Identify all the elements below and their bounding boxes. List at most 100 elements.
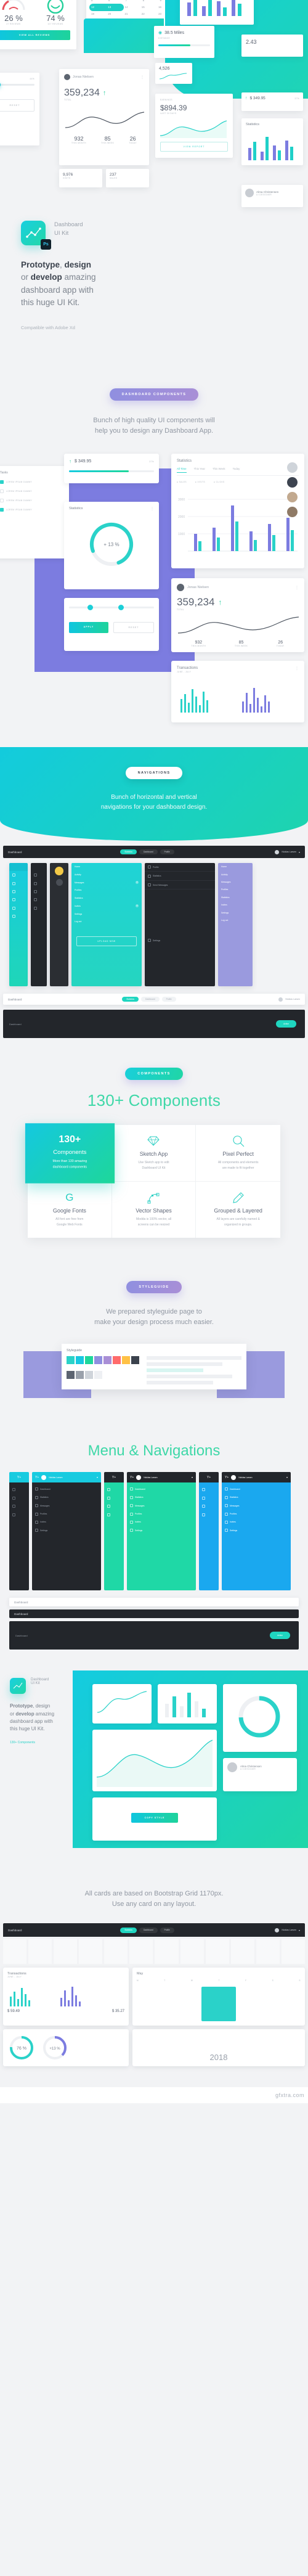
- menu-item-messages[interactable]: Messages: [32, 1502, 101, 1510]
- menu-item-home[interactable]: Home: [71, 863, 142, 870]
- range-filter-card[interactable]: APPLY RESET: [64, 598, 159, 652]
- swatch[interactable]: [113, 1356, 121, 1365]
- dark-toolbar[interactable]: Dashboard Action: [3, 1010, 305, 1039]
- navbar-pill-dashboard[interactable]: Dashboard: [139, 849, 158, 855]
- menu-item-statistics[interactable]: Statistics: [222, 1494, 291, 1502]
- swatch[interactable]: [85, 1356, 93, 1365]
- menu-item-invites[interactable]: Invites 3: [71, 902, 142, 910]
- panel-action-button[interactable]: Action: [270, 1632, 290, 1640]
- toolbar-action-button[interactable]: Action: [276, 1020, 296, 1028]
- calendar-cell-selected[interactable]: 12: [91, 6, 94, 9]
- slider-card[interactable]: 44% RESET: [0, 73, 39, 145]
- menu-item-invites[interactable]: Invites: [32, 1518, 101, 1526]
- navbar-pill-dashboard[interactable]: Dashboard: [141, 996, 160, 1002]
- calendar-cell[interactable]: 16: [158, 6, 161, 9]
- calendar-cell[interactable]: 7: [126, 0, 127, 2]
- side-menu-purple[interactable]: Home Activity Messages Profiles Statisti…: [218, 863, 253, 987]
- menu-item-profile[interactable]: Profile: [145, 863, 215, 872]
- menu-item-statistics[interactable]: Statistics: [71, 894, 142, 902]
- side-menu-dark-labels[interactable]: Profile Statistics Send Messages Setting…: [145, 863, 215, 987]
- calendar-cell[interactable]: 21: [125, 12, 128, 15]
- menu-item-profiles[interactable]: Profiles: [218, 886, 253, 893]
- navbar-pill-profile[interactable]: Profile: [161, 996, 176, 1002]
- swatch[interactable]: [85, 1371, 93, 1380]
- feature-card-pixel-perfect[interactable]: Pixel Perfect All components and element…: [196, 1125, 280, 1182]
- menu-variant-teal-full[interactable]: Y+ Nicklas Larsen ▾ Dashboard Statistics…: [32, 1472, 101, 1591]
- menu-item-messages[interactable]: Messages: [127, 1502, 196, 1510]
- menu-variant-blue-icon[interactable]: Y+: [199, 1472, 219, 1591]
- chevron-down-icon[interactable]: ▾: [299, 1929, 300, 1932]
- menu-item-statistics[interactable]: Statistics: [218, 894, 253, 901]
- copy-style-card[interactable]: Copy Style: [92, 1797, 217, 1841]
- swatch[interactable]: [94, 1371, 102, 1380]
- menu-item-statistics[interactable]: Statistics: [32, 1494, 101, 1502]
- view-all-reviews-button[interactable]: VIEW ALL REVIEWS: [0, 30, 70, 40]
- components-cta[interactable]: 130+ Components: [10, 1741, 84, 1744]
- calendar-cell[interactable]: 14: [125, 6, 128, 9]
- more-icon[interactable]: ⋮: [140, 75, 144, 80]
- dark-navbar[interactable]: Dashboard Statistics Dashboard Profile N…: [3, 846, 305, 859]
- tab-all-time[interactable]: All Time: [177, 467, 187, 473]
- calendar-cell[interactable]: 23: [158, 12, 161, 15]
- feature-card-components[interactable]: 130+ Components More than 130 amazing das…: [25, 1123, 115, 1184]
- menu-item-dashboard[interactable]: Dashboard: [127, 1485, 196, 1493]
- more-icon[interactable]: ⋮: [295, 586, 299, 590]
- feature-card-grouped-layered[interactable]: Grouped & Layered All layers are careful…: [196, 1182, 280, 1238]
- menu-item-statistics[interactable]: Statistics: [127, 1494, 196, 1502]
- menu-item-messages[interactable]: Messages: [222, 1502, 291, 1510]
- apply-button[interactable]: APPLY: [69, 622, 108, 634]
- side-menu-dark-icons[interactable]: [31, 863, 47, 987]
- menu-variant-teal-icon[interactable]: Y+: [9, 1472, 29, 1591]
- tab-this-year[interactable]: This Year: [194, 467, 205, 473]
- feature-card-google-fonts[interactable]: G Google Fonts All font are free from Goo…: [28, 1182, 112, 1238]
- statistics-tabs[interactable]: All Time This Year This Week Today: [177, 467, 299, 476]
- more-icon[interactable]: ⋮: [150, 507, 154, 511]
- grid-navbar[interactable]: Dashboard Statistics Dashboard Profile N…: [3, 1923, 305, 1937]
- checkbox-icon[interactable]: [0, 489, 4, 494]
- menu-item-settings[interactable]: Settings: [71, 910, 142, 917]
- menu-item-activity[interactable]: Activity: [218, 870, 253, 878]
- tab-today[interactable]: Today: [233, 467, 240, 473]
- menu-item-invites[interactable]: Invites: [127, 1518, 196, 1526]
- components-badge[interactable]: COMPONENTS: [125, 1068, 183, 1081]
- menu-item-dashboard[interactable]: Dashboard: [222, 1485, 291, 1493]
- menu-item-invites[interactable]: Invites: [222, 1518, 291, 1526]
- feature-card-sketch[interactable]: Sketch App Use Sketch app to edit Dashboa…: [111, 1125, 197, 1182]
- calendar-card[interactable]: May M T W T F S S: [132, 1968, 305, 2026]
- menu-item-profiles[interactable]: Profiles: [222, 1510, 291, 1518]
- side-menu-teal-icons[interactable]: [9, 863, 28, 987]
- light-navbar[interactable]: Dashboard Statistics Dashboard Profile N…: [3, 994, 305, 1005]
- checkbox-checked-icon[interactable]: [0, 480, 4, 485]
- side-menu-dark-avatar[interactable]: [50, 863, 68, 987]
- calendar-cell[interactable]: 5: [91, 0, 92, 2]
- calendar-selection-block[interactable]: [201, 1987, 236, 2022]
- styleguide-badge[interactable]: STYLEGUIDE: [126, 1281, 182, 1294]
- checkbox-checked-icon[interactable]: [0, 508, 4, 512]
- calendar-cell[interactable]: 6: [108, 0, 110, 2]
- range-slider-handle-max[interactable]: [118, 605, 124, 611]
- menu-item-profiles[interactable]: Profiles: [32, 1510, 101, 1518]
- menu-item-messages[interactable]: Messages: [218, 878, 253, 886]
- navbar-pill-dashboard[interactable]: Dashboard: [139, 1927, 158, 1933]
- calendar-cell[interactable]: 9: [160, 0, 161, 2]
- calendar-cell[interactable]: 22: [142, 12, 145, 15]
- menu-item-dashboard[interactable]: Dashboard: [32, 1485, 101, 1493]
- navbar-pill-statistics[interactable]: Statistics: [120, 1927, 137, 1933]
- swatch[interactable]: [103, 1356, 111, 1365]
- swatch[interactable]: [67, 1356, 75, 1365]
- calendar-cell[interactable]: 19: [91, 12, 94, 15]
- reset-button[interactable]: RESET: [0, 99, 34, 112]
- tab-this-week[interactable]: This Week: [213, 467, 225, 473]
- menu-item-invites[interactable]: Invites: [218, 901, 253, 909]
- range-slider-handle-min[interactable]: [87, 605, 94, 611]
- swatch[interactable]: [67, 1371, 75, 1380]
- checkbox-icon[interactable]: [0, 499, 4, 503]
- navbar-pill-profile[interactable]: Profile: [160, 1927, 174, 1933]
- dashboard-components-badge[interactable]: DASHBOARD COMPONENTS: [109, 388, 199, 401]
- menu-item-statistics[interactable]: Statistics: [145, 872, 215, 881]
- upload-new-button[interactable]: UPLOAD NEW: [76, 936, 137, 947]
- range-slider-track[interactable]: [69, 605, 154, 611]
- swatch[interactable]: [122, 1356, 130, 1365]
- menu-variant-dark-icon[interactable]: Y+: [104, 1472, 124, 1591]
- calendar-cell[interactable]: 15: [142, 6, 145, 9]
